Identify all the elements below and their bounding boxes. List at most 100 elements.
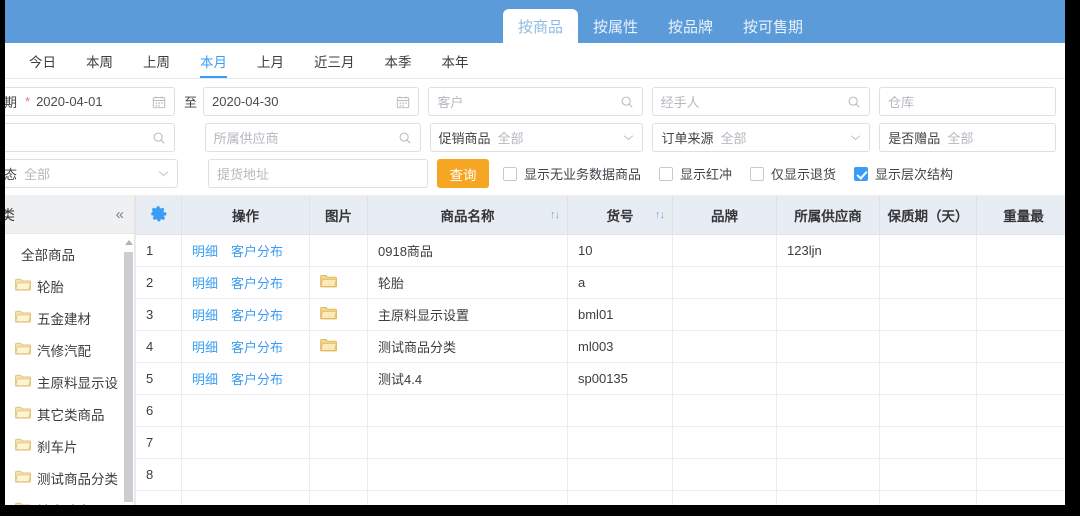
- pickup-address-field[interactable]: 提货地址: [208, 159, 428, 188]
- handler-field[interactable]: 经手人: [651, 87, 870, 116]
- tree-item-test-category[interactable]: 测试商品分类: [5, 462, 134, 494]
- tree-item-brake-pads[interactable]: 刹车片: [5, 430, 134, 462]
- tree-item-label: 刹车片: [37, 440, 78, 455]
- tree-scrollbar[interactable]: [123, 234, 134, 505]
- column-header-image[interactable]: 图片: [309, 196, 368, 235]
- category-sidebar-title: 类: [5, 206, 15, 223]
- row-shelf-life: [879, 297, 977, 331]
- quick-range-last-week[interactable]: 上周: [143, 43, 170, 78]
- table-row[interactable]: 2 明细 客户分布 轮胎 a: [135, 265, 1065, 299]
- column-header-weight[interactable]: 重量最: [976, 196, 1065, 235]
- table-row[interactable]: 7: [135, 425, 1065, 459]
- sort-icon[interactable]: ↑↓: [550, 209, 560, 221]
- quick-range-today[interactable]: 今日: [29, 43, 56, 78]
- search-icon[interactable]: [398, 131, 412, 145]
- action-detail-link[interactable]: 明细: [192, 372, 218, 387]
- row-shelf-life: [879, 489, 977, 505]
- table-row[interactable]: [135, 489, 1065, 505]
- tree-item-hardware[interactable]: 五金建材: [5, 302, 134, 334]
- checkbox-box[interactable]: [854, 166, 869, 181]
- tab-by-brand[interactable]: 按品牌: [653, 10, 728, 43]
- supplier-field[interactable]: 所属供应商: [204, 123, 421, 152]
- checkbox-show-reversal[interactable]: 显示红冲: [659, 164, 732, 183]
- table-row[interactable]: 8: [135, 457, 1065, 491]
- order-source-select[interactable]: 订单来源 全部: [652, 123, 871, 152]
- tab-by-product[interactable]: 按商品: [503, 9, 579, 43]
- action-customer-distribution-link[interactable]: 客户分布: [231, 244, 283, 259]
- row-actions: 明细 客户分布: [181, 361, 310, 395]
- action-detail-link[interactable]: 明细: [192, 276, 218, 291]
- chevron-down-icon[interactable]: [623, 134, 634, 141]
- folder-icon: [15, 502, 31, 505]
- table-row[interactable]: 4 明细 客户分布 测试商品分类 ml003: [135, 329, 1065, 363]
- action-detail-link[interactable]: 明细: [192, 244, 218, 259]
- search-icon[interactable]: [847, 95, 861, 109]
- checkbox-only-returns[interactable]: 仅显示退货: [750, 164, 836, 183]
- search-icon[interactable]: [152, 131, 166, 145]
- date-to-field[interactable]: 2020-04-30: [203, 87, 420, 116]
- row-shelf-life: [879, 457, 977, 491]
- search-icon[interactable]: [620, 95, 634, 109]
- calendar-icon[interactable]: [152, 95, 166, 109]
- action-detail-link[interactable]: 明细: [192, 340, 218, 355]
- column-header-operation[interactable]: 操作: [181, 196, 310, 235]
- row-image: [309, 489, 368, 505]
- customer-field[interactable]: 客户: [428, 87, 643, 116]
- tree-item-label: 汽修汽配: [37, 344, 91, 359]
- checkbox-box[interactable]: [750, 166, 765, 181]
- quick-range-this-week[interactable]: 本周: [86, 43, 113, 78]
- action-customer-distribution-link[interactable]: 客户分布: [231, 340, 283, 355]
- table-row[interactable]: 6: [135, 393, 1065, 427]
- action-customer-distribution-link[interactable]: 客户分布: [231, 308, 283, 323]
- date-from-field[interactable]: 期 * 2020-04-01: [5, 87, 175, 116]
- tree-item-main-material-display[interactable]: 主原料显示设: [5, 366, 134, 398]
- gear-icon[interactable]: [150, 205, 167, 225]
- tree-item-watches-jewelry[interactable]: 钟表珠宝: [5, 494, 134, 505]
- quick-range-last-three-months[interactable]: 近三月: [314, 43, 355, 78]
- quick-range-this-month[interactable]: 本月: [200, 43, 227, 78]
- query-button[interactable]: 查询: [437, 159, 489, 188]
- tree-item-auto-repair[interactable]: 汽修汽配: [5, 334, 134, 366]
- chevron-down-icon[interactable]: [850, 134, 861, 141]
- sort-icon[interactable]: ↑↓: [655, 209, 665, 221]
- chevron-down-icon[interactable]: [158, 170, 169, 177]
- row-index: 6: [135, 393, 182, 427]
- table-row[interactable]: 1 明细 客户分布 0918商品 10 123ljn: [135, 233, 1065, 267]
- column-header-brand[interactable]: 品牌: [672, 196, 777, 235]
- promotion-product-select[interactable]: 促销商品 全部: [429, 123, 644, 152]
- is-gift-select[interactable]: 是否赠品 全部: [879, 123, 1056, 152]
- scroll-up-arrow-icon[interactable]: [124, 240, 133, 245]
- row-article-number: [567, 425, 673, 459]
- collapse-sidebar-icon[interactable]: «: [116, 206, 124, 223]
- quick-range-last-month[interactable]: 上月: [257, 43, 284, 78]
- column-header-product-name[interactable]: 商品名称 ↑↓: [367, 196, 568, 235]
- row2-search-field[interactable]: [5, 123, 175, 152]
- action-customer-distribution-link[interactable]: 客户分布: [231, 372, 283, 387]
- tree-item-other-products[interactable]: 其它类商品: [5, 398, 134, 430]
- row-product-name: [367, 393, 568, 427]
- tab-by-sale-period[interactable]: 按可售期: [728, 10, 818, 43]
- action-detail-link[interactable]: 明细: [192, 308, 218, 323]
- status-select[interactable]: 态 全部: [5, 159, 178, 188]
- calendar-icon[interactable]: [396, 95, 410, 109]
- checkbox-box[interactable]: [659, 166, 674, 181]
- tree-scrollbar-thumb[interactable]: [124, 252, 133, 502]
- checkbox-show-no-business-data[interactable]: 显示无业务数据商品: [503, 164, 641, 183]
- tab-by-attribute[interactable]: 按属性: [578, 10, 653, 43]
- tree-item-tires[interactable]: 轮胎: [5, 270, 134, 302]
- folder-icon: [15, 406, 31, 422]
- quick-range-this-year[interactable]: 本年: [442, 43, 469, 78]
- tree-item-all-products[interactable]: 全部商品: [5, 238, 134, 270]
- table-row[interactable]: 3 明细 客户分布 主原料显示设置 bml01: [135, 297, 1065, 331]
- column-settings-header[interactable]: [135, 196, 182, 235]
- checkbox-show-hierarchy[interactable]: 显示层次结构: [854, 164, 953, 183]
- column-header-shelf-life[interactable]: 保质期（天）: [879, 196, 977, 235]
- warehouse-field[interactable]: 仓库: [878, 87, 1056, 116]
- checkbox-box[interactable]: [503, 166, 517, 181]
- table-row[interactable]: 5 明细 客户分布 测试4.4 sp00135: [135, 361, 1065, 395]
- column-header-article-number[interactable]: 货号 ↑↓: [567, 196, 673, 235]
- column-header-supplier[interactable]: 所属供应商: [776, 196, 880, 235]
- action-customer-distribution-link[interactable]: 客户分布: [231, 276, 283, 291]
- quick-range-this-quarter[interactable]: 本季: [385, 43, 412, 78]
- handler-placeholder: 经手人: [660, 95, 700, 110]
